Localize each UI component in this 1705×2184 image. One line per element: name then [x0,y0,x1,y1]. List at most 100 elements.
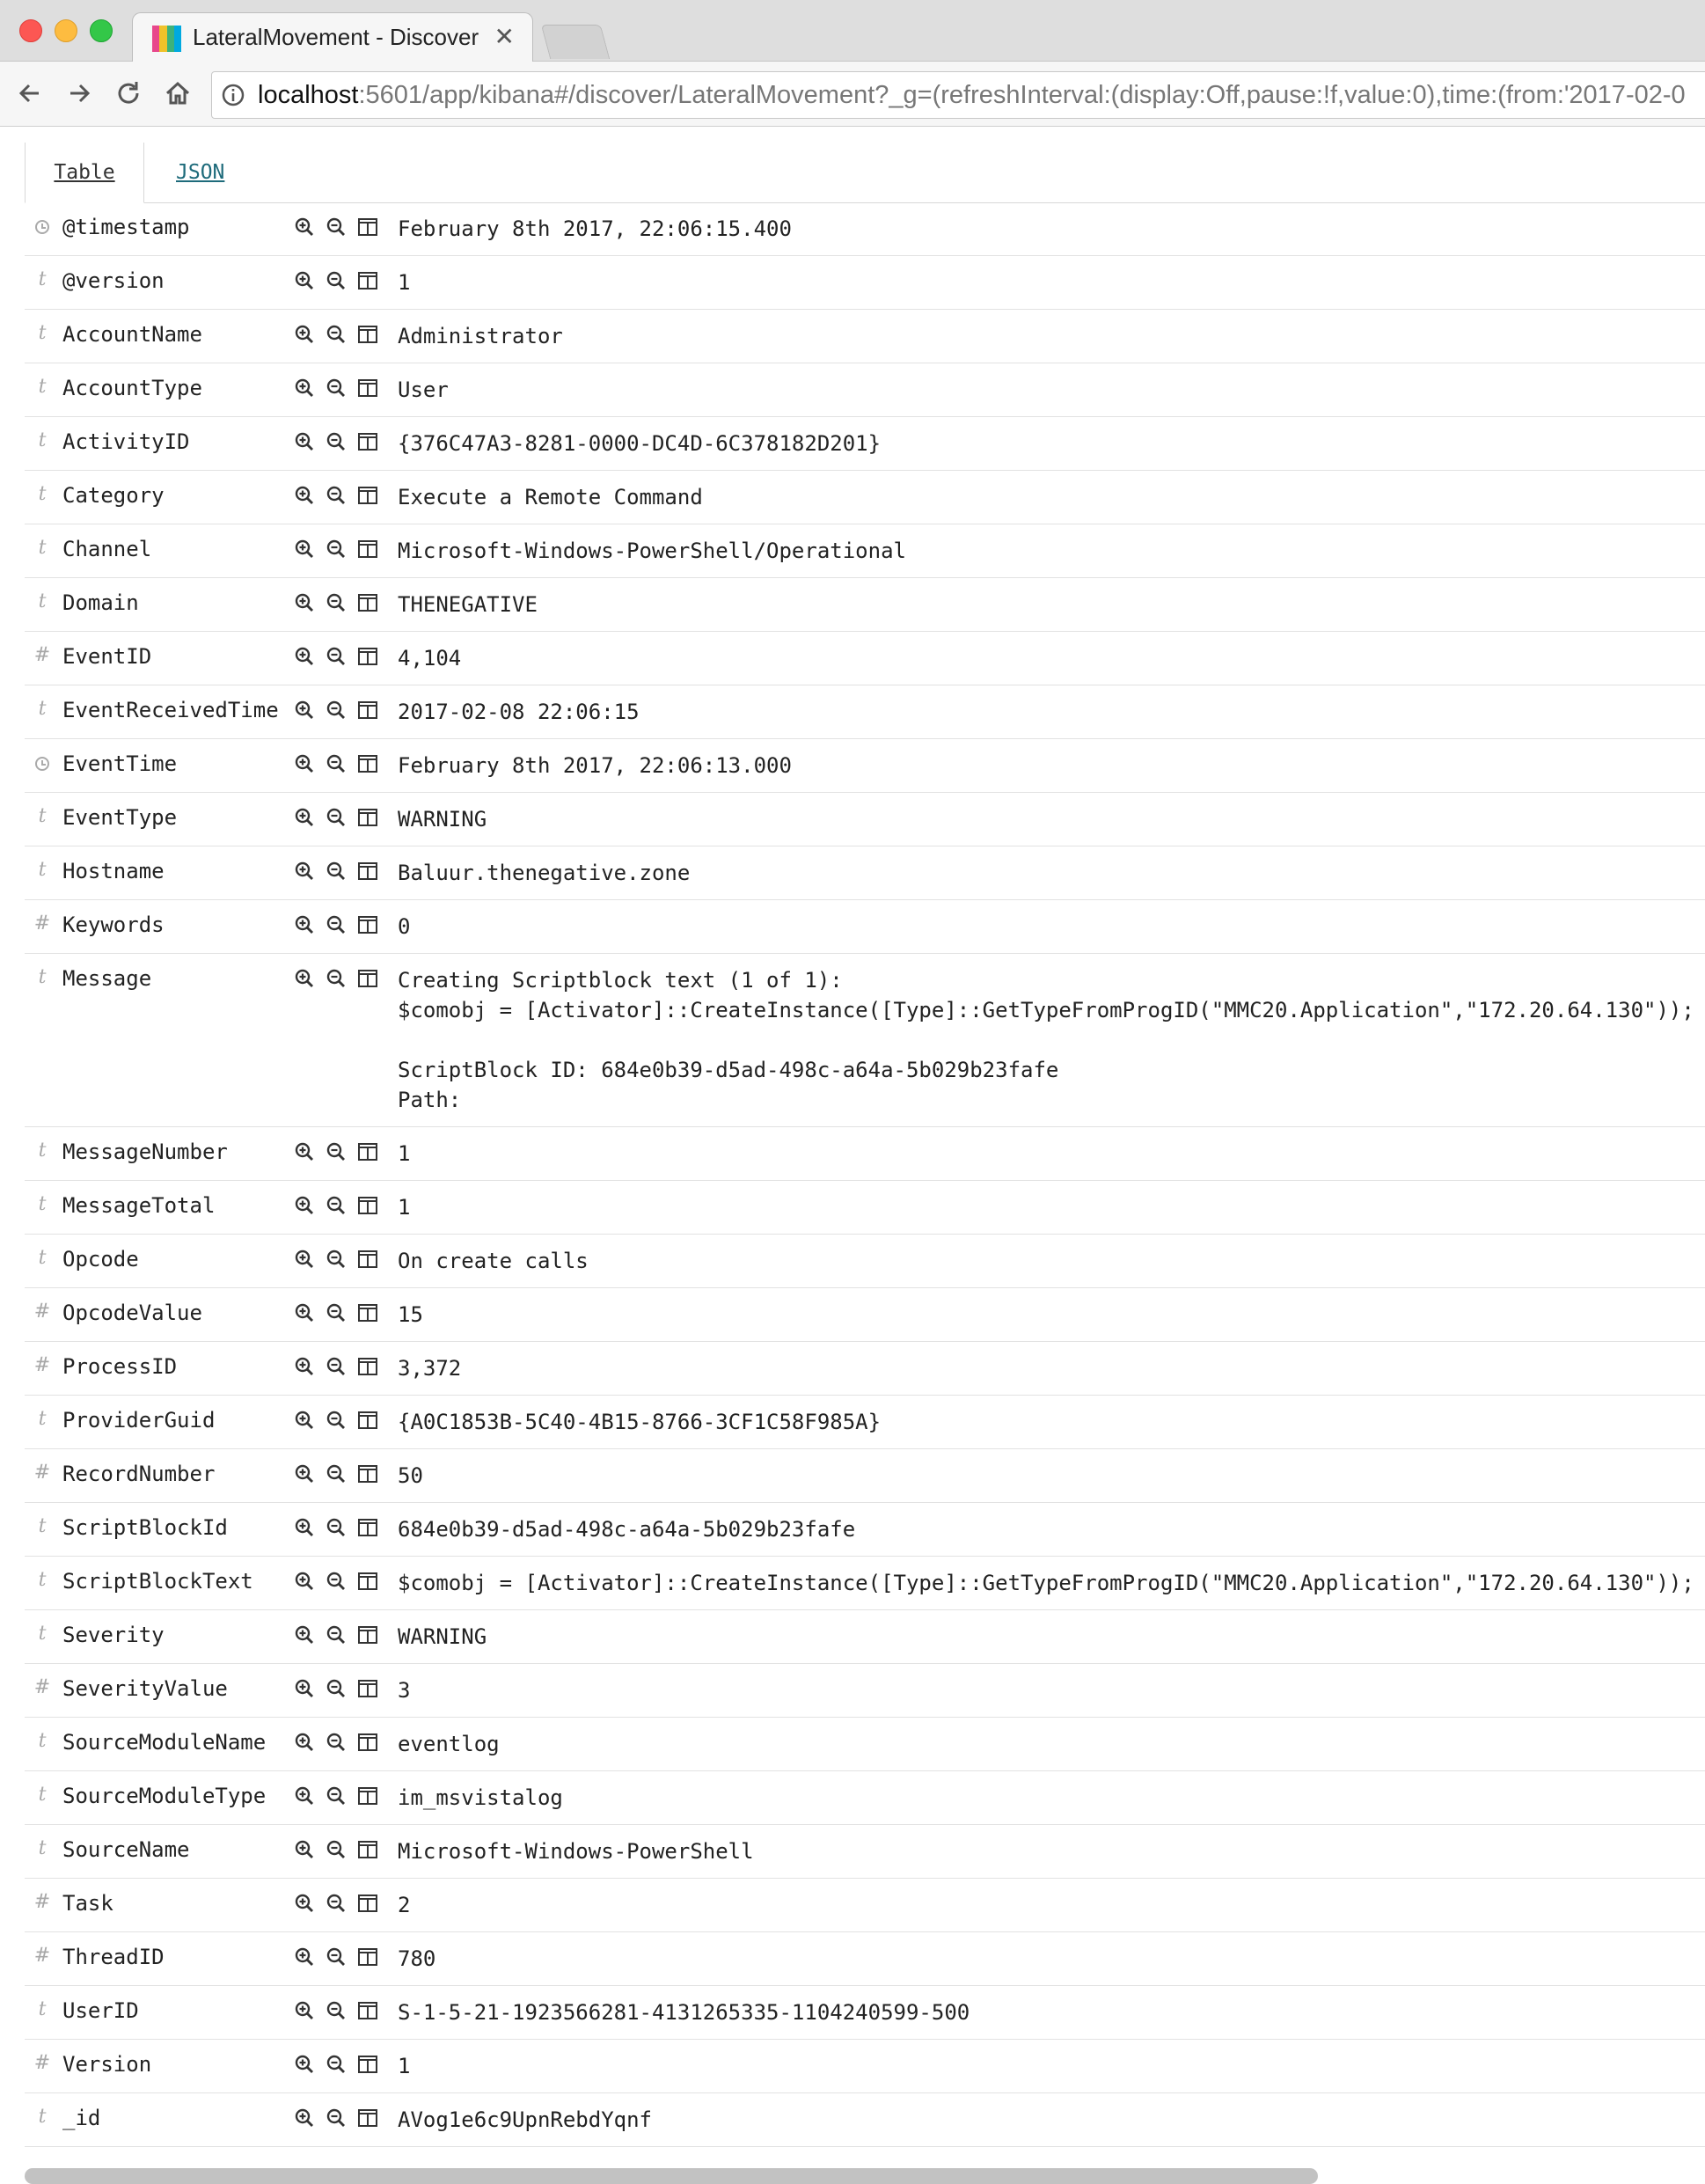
filter-out-value-icon[interactable] [326,1624,347,1645]
filter-for-value-icon[interactable] [294,485,315,506]
filter-out-value-icon[interactable] [326,753,347,774]
filter-for-value-icon[interactable] [294,807,315,828]
filter-for-value-icon[interactable] [294,592,315,613]
toggle-column-icon[interactable] [357,1302,378,1323]
filter-for-value-icon[interactable] [294,1785,315,1807]
filter-out-value-icon[interactable] [326,1249,347,1270]
filter-for-value-icon[interactable] [294,324,315,345]
home-button[interactable] [158,74,197,113]
filter-for-value-icon[interactable] [294,216,315,238]
filter-for-value-icon[interactable] [294,1732,315,1753]
tab-table[interactable]: Table [25,143,144,203]
new-tab-button[interactable] [540,25,611,59]
filter-for-value-icon[interactable] [294,377,315,399]
info-icon[interactable] [221,83,245,107]
toggle-column-icon[interactable] [357,1893,378,1914]
toggle-column-icon[interactable] [357,807,378,828]
toggle-column-icon[interactable] [357,1785,378,1807]
toggle-column-icon[interactable] [357,1839,378,1860]
filter-for-value-icon[interactable] [294,1571,315,1592]
toggle-column-icon[interactable] [357,1946,378,1968]
filter-out-value-icon[interactable] [326,700,347,721]
toggle-column-icon[interactable] [357,485,378,506]
filter-out-value-icon[interactable] [326,485,347,506]
toggle-column-icon[interactable] [357,377,378,399]
filter-for-value-icon[interactable] [294,1356,315,1377]
filter-out-value-icon[interactable] [326,1195,347,1216]
back-button[interactable] [11,74,49,113]
toggle-column-icon[interactable] [357,1356,378,1377]
toggle-column-icon[interactable] [357,2000,378,2021]
toggle-column-icon[interactable] [357,646,378,667]
toggle-column-icon[interactable] [357,539,378,560]
filter-for-value-icon[interactable] [294,700,315,721]
toggle-column-icon[interactable] [357,1517,378,1538]
filter-for-value-icon[interactable] [294,1517,315,1538]
filter-out-value-icon[interactable] [326,861,347,882]
filter-for-value-icon[interactable] [294,646,315,667]
filter-out-value-icon[interactable] [326,646,347,667]
filter-for-value-icon[interactable] [294,753,315,774]
filter-out-value-icon[interactable] [326,1517,347,1538]
filter-out-value-icon[interactable] [326,968,347,989]
toggle-column-icon[interactable] [357,1463,378,1484]
toggle-column-icon[interactable] [357,753,378,774]
filter-for-value-icon[interactable] [294,1893,315,1914]
filter-for-value-icon[interactable] [294,1195,315,1216]
toggle-column-icon[interactable] [357,1678,378,1699]
address-bar[interactable]: localhost:5601/app/kibana#/discover/Late… [211,71,1705,119]
toggle-column-icon[interactable] [357,861,378,882]
filter-out-value-icon[interactable] [326,1946,347,1968]
toggle-column-icon[interactable] [357,1571,378,1592]
filter-out-value-icon[interactable] [326,2054,347,2075]
toggle-column-icon[interactable] [357,216,378,238]
filter-out-value-icon[interactable] [326,377,347,399]
filter-out-value-icon[interactable] [326,2000,347,2021]
forward-button[interactable] [60,74,99,113]
filter-out-value-icon[interactable] [326,807,347,828]
toggle-column-icon[interactable] [357,1249,378,1270]
filter-for-value-icon[interactable] [294,2000,315,2021]
horizontal-scrollbar[interactable] [25,2168,1318,2184]
minimize-window-button[interactable] [55,19,77,42]
filter-for-value-icon[interactable] [294,270,315,291]
filter-out-value-icon[interactable] [326,1141,347,1162]
filter-out-value-icon[interactable] [326,1356,347,1377]
toggle-column-icon[interactable] [357,1624,378,1645]
filter-for-value-icon[interactable] [294,1141,315,1162]
toggle-column-icon[interactable] [357,968,378,989]
filter-out-value-icon[interactable] [326,1839,347,1860]
toggle-column-icon[interactable] [357,1410,378,1431]
filter-for-value-icon[interactable] [294,914,315,935]
filter-for-value-icon[interactable] [294,1839,315,1860]
toggle-column-icon[interactable] [357,2054,378,2075]
toggle-column-icon[interactable] [357,700,378,721]
filter-for-value-icon[interactable] [294,861,315,882]
filter-out-value-icon[interactable] [326,270,347,291]
filter-out-value-icon[interactable] [326,1785,347,1807]
toggle-column-icon[interactable] [357,914,378,935]
filter-out-value-icon[interactable] [326,1893,347,1914]
browser-tab[interactable]: LateralMovement - Discover - Kibana ✕ [132,12,533,62]
filter-for-value-icon[interactable] [294,2107,315,2129]
tab-close-icon[interactable]: ✕ [494,22,515,51]
filter-for-value-icon[interactable] [294,968,315,989]
filter-out-value-icon[interactable] [326,914,347,935]
toggle-column-icon[interactable] [357,1732,378,1753]
filter-out-value-icon[interactable] [326,1410,347,1431]
filter-for-value-icon[interactable] [294,2054,315,2075]
filter-out-value-icon[interactable] [326,1302,347,1323]
toggle-column-icon[interactable] [357,270,378,291]
filter-out-value-icon[interactable] [326,539,347,560]
toggle-column-icon[interactable] [357,2107,378,2129]
filter-out-value-icon[interactable] [326,1571,347,1592]
filter-out-value-icon[interactable] [326,431,347,452]
filter-for-value-icon[interactable] [294,1302,315,1323]
filter-out-value-icon[interactable] [326,592,347,613]
filter-for-value-icon[interactable] [294,1463,315,1484]
toggle-column-icon[interactable] [357,431,378,452]
filter-out-value-icon[interactable] [326,1463,347,1484]
filter-out-value-icon[interactable] [326,1678,347,1699]
tab-json[interactable]: JSON [176,143,224,202]
filter-out-value-icon[interactable] [326,216,347,238]
